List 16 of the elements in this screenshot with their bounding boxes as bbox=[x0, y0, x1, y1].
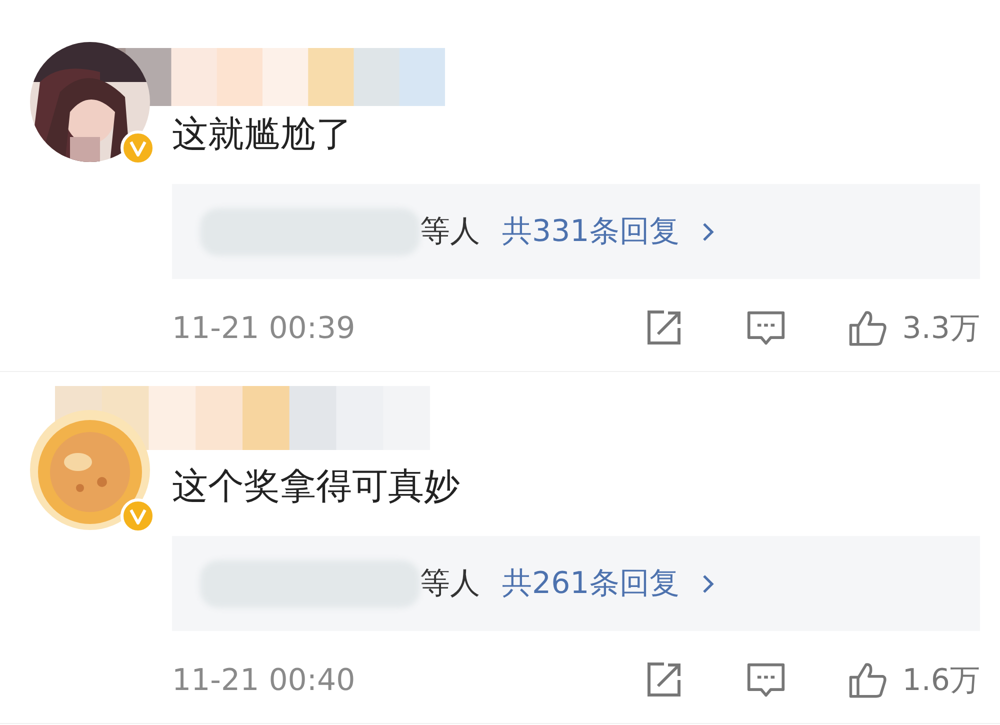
reply-count: 共261条回复 bbox=[502, 565, 680, 603]
reply-count: 共331条回复 bbox=[502, 213, 680, 251]
chevron-right-icon bbox=[701, 572, 716, 594]
replies-link[interactable]: 等人 共261条回复 bbox=[172, 536, 980, 631]
comment-time: 11-21 00:39 bbox=[172, 310, 356, 346]
like-button[interactable]: 1.6万 bbox=[848, 660, 980, 700]
comment-time: 11-21 00:40 bbox=[172, 662, 356, 698]
replier-suffix: 等人 bbox=[420, 565, 480, 603]
comment-text: 这个奖拿得可真妙 bbox=[172, 465, 461, 509]
replier-suffix: 等人 bbox=[420, 213, 480, 251]
comment-text: 这就尴尬了 bbox=[172, 113, 353, 157]
thumbs-up-icon bbox=[848, 660, 888, 700]
thumbs-up-icon bbox=[848, 308, 888, 348]
chevron-right-icon bbox=[701, 220, 716, 242]
replies-link[interactable]: 等人 共331条回复 bbox=[172, 184, 980, 279]
like-button[interactable]: 3.3万 bbox=[848, 308, 980, 348]
